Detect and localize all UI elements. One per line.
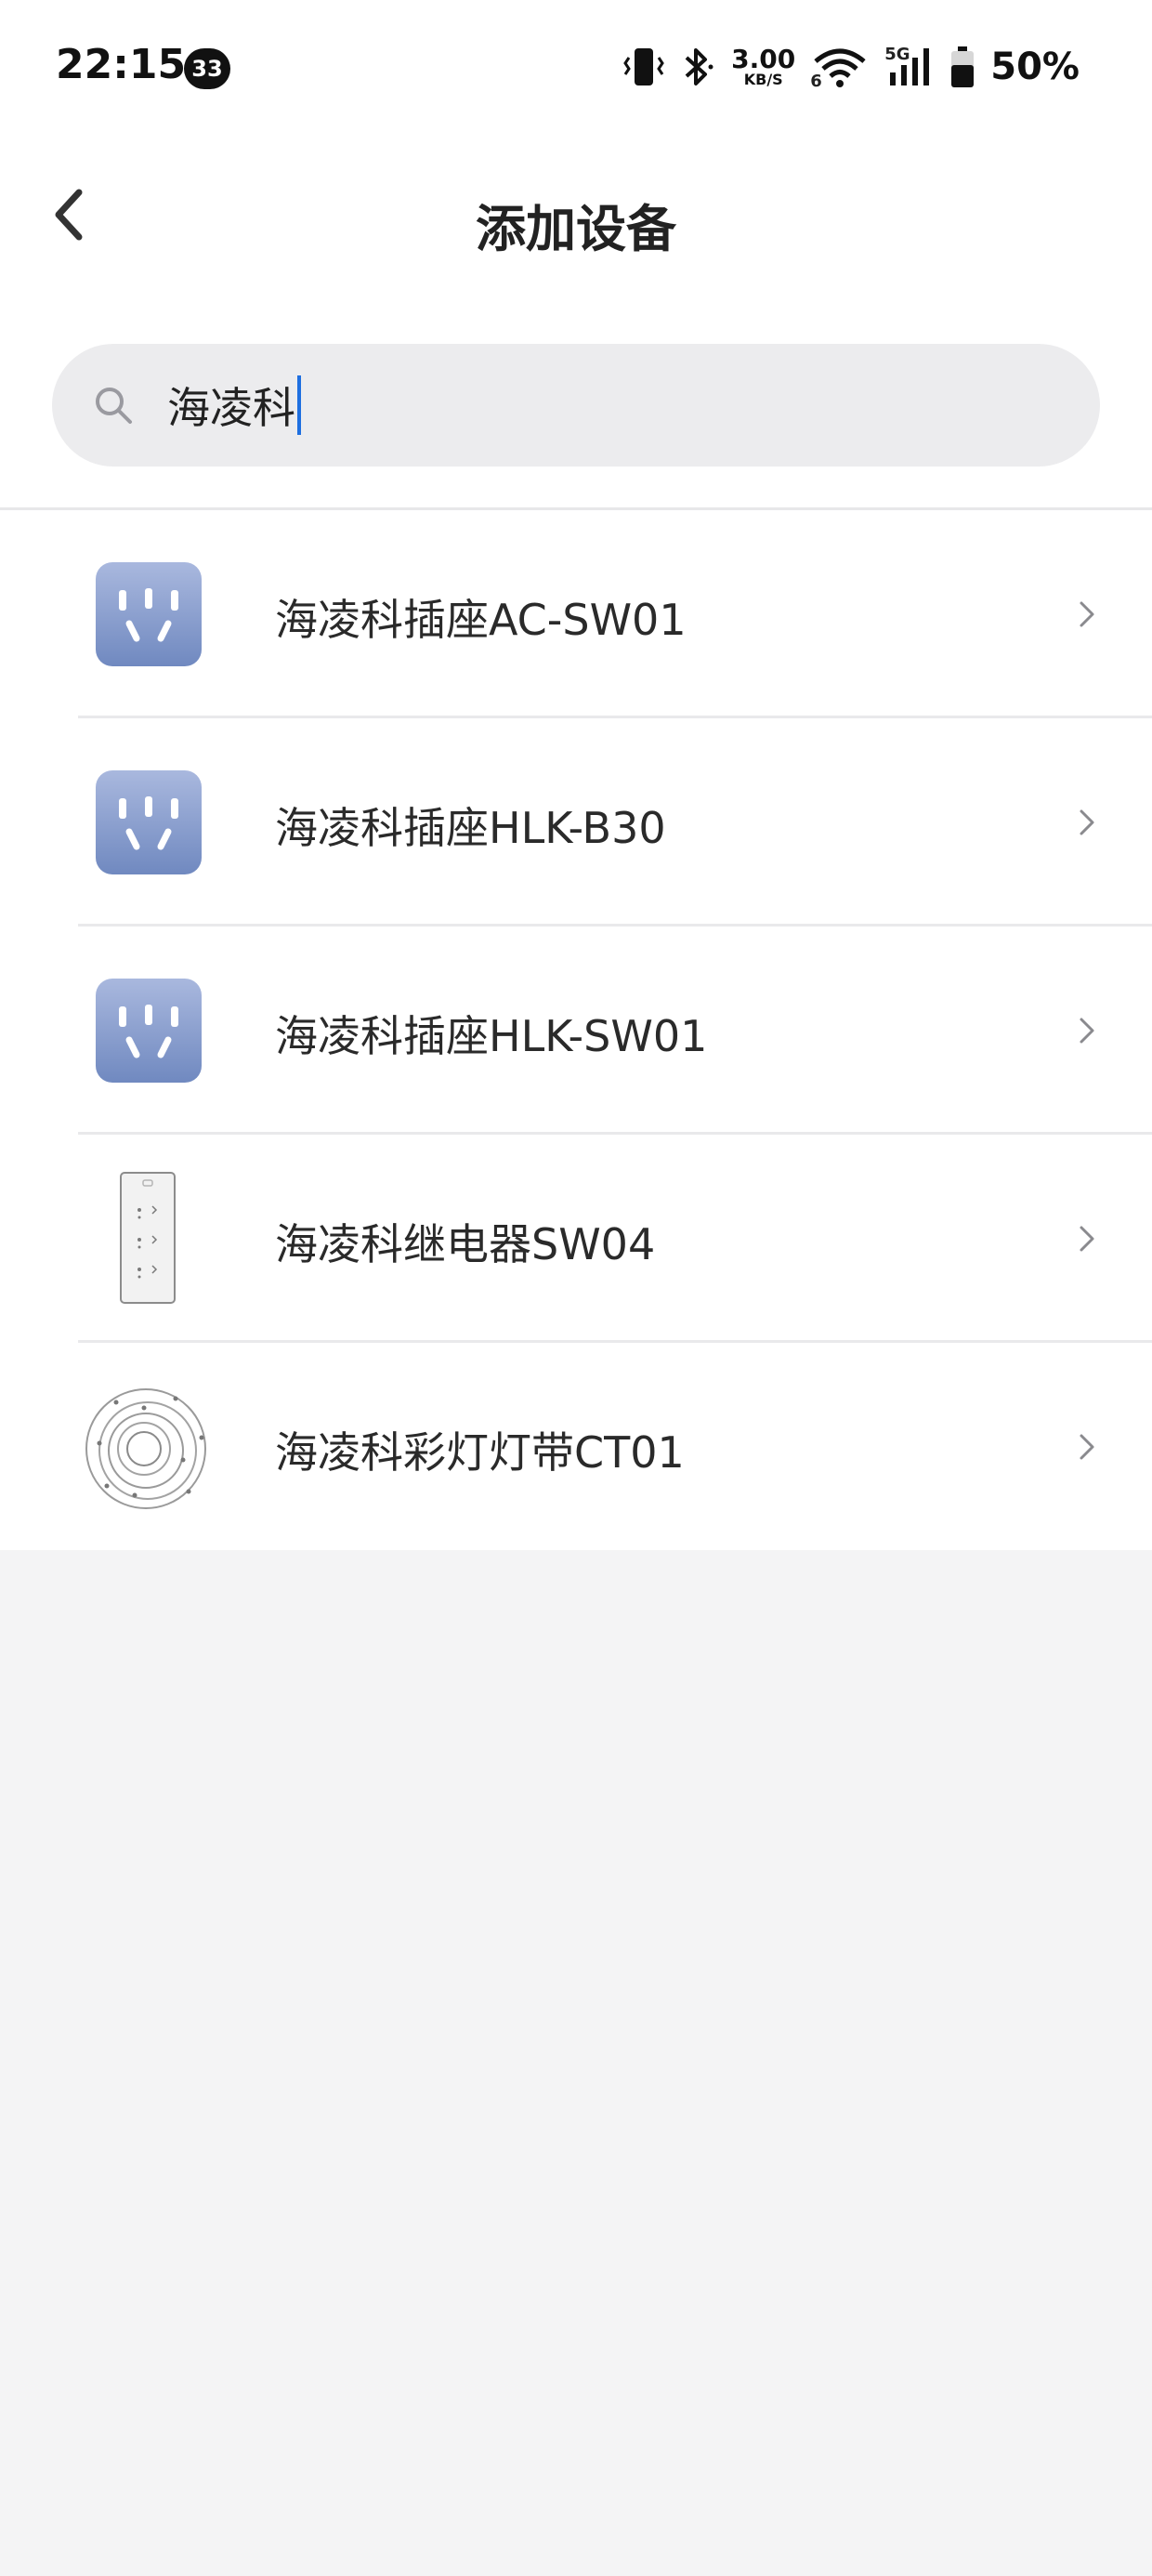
chevron-right-icon (1068, 596, 1106, 633)
notification-badge: 33 (184, 48, 230, 89)
device-name: 海凌科插座HLK-SW01 (275, 1011, 708, 1061)
status-bar: 22:15 33 3.00 KB/S 6 5G 50% (0, 0, 1152, 138)
status-icons: 3.00 KB/S 6 5G 50% (623, 41, 1080, 93)
bluetooth-icon (679, 45, 716, 89)
search-bar[interactable]: 海凌科 (52, 344, 1100, 467)
device-name: 海凌科插座HLK-B30 (275, 803, 666, 853)
smart-socket-icon (78, 759, 219, 886)
cellular-icon: 5G (884, 45, 935, 89)
net-speed-unit: KB/S (743, 71, 783, 88)
device-list: 海凌科插座AC-SW01 海凌科插座HLK-B30 海凌科插座HLK-SW01 … (0, 510, 1152, 1551)
relay-switch-icon (78, 1172, 219, 1304)
net-speed: 3.00 KB/S (731, 46, 795, 87)
chevron-right-icon (1068, 1220, 1106, 1257)
list-item[interactable]: 海凌科插座HLK-SW01 (0, 927, 1152, 1135)
search-icon (91, 383, 136, 427)
text-caret (297, 375, 301, 435)
search-input[interactable]: 海凌科 (167, 375, 301, 436)
net-speed-value: 3.00 (731, 44, 796, 74)
header: 添加设备 (0, 167, 1152, 269)
battery-icon (949, 45, 975, 89)
device-name: 海凌科彩灯灯带CT01 (275, 1427, 685, 1478)
chevron-right-icon (1068, 1012, 1106, 1049)
smart-socket-icon (78, 967, 219, 1094)
vibrate-icon (623, 45, 664, 89)
list-item[interactable]: 海凌科插座AC-SW01 (0, 510, 1152, 718)
battery-percent: 50% (990, 46, 1080, 88)
led-strip-icon (78, 1384, 219, 1510)
list-item[interactable]: 海凌科插座HLK-B30 (0, 718, 1152, 927)
chevron-right-icon (1068, 804, 1106, 841)
chevron-right-icon (1068, 1428, 1106, 1465)
list-item[interactable]: 海凌科继电器SW04 (0, 1135, 1152, 1343)
wifi-icon: 6 (810, 45, 870, 91)
device-name: 海凌科继电器SW04 (275, 1219, 656, 1269)
device-name: 海凌科插座AC-SW01 (275, 595, 687, 645)
status-time: 22:15 (56, 41, 187, 88)
page-title: 添加设备 (476, 200, 676, 258)
search-input-value: 海凌科 (167, 383, 295, 433)
smart-socket-icon (78, 551, 219, 677)
list-item[interactable]: 海凌科彩灯灯带CT01 (0, 1343, 1152, 1551)
wifi-label: 6 (810, 72, 822, 91)
